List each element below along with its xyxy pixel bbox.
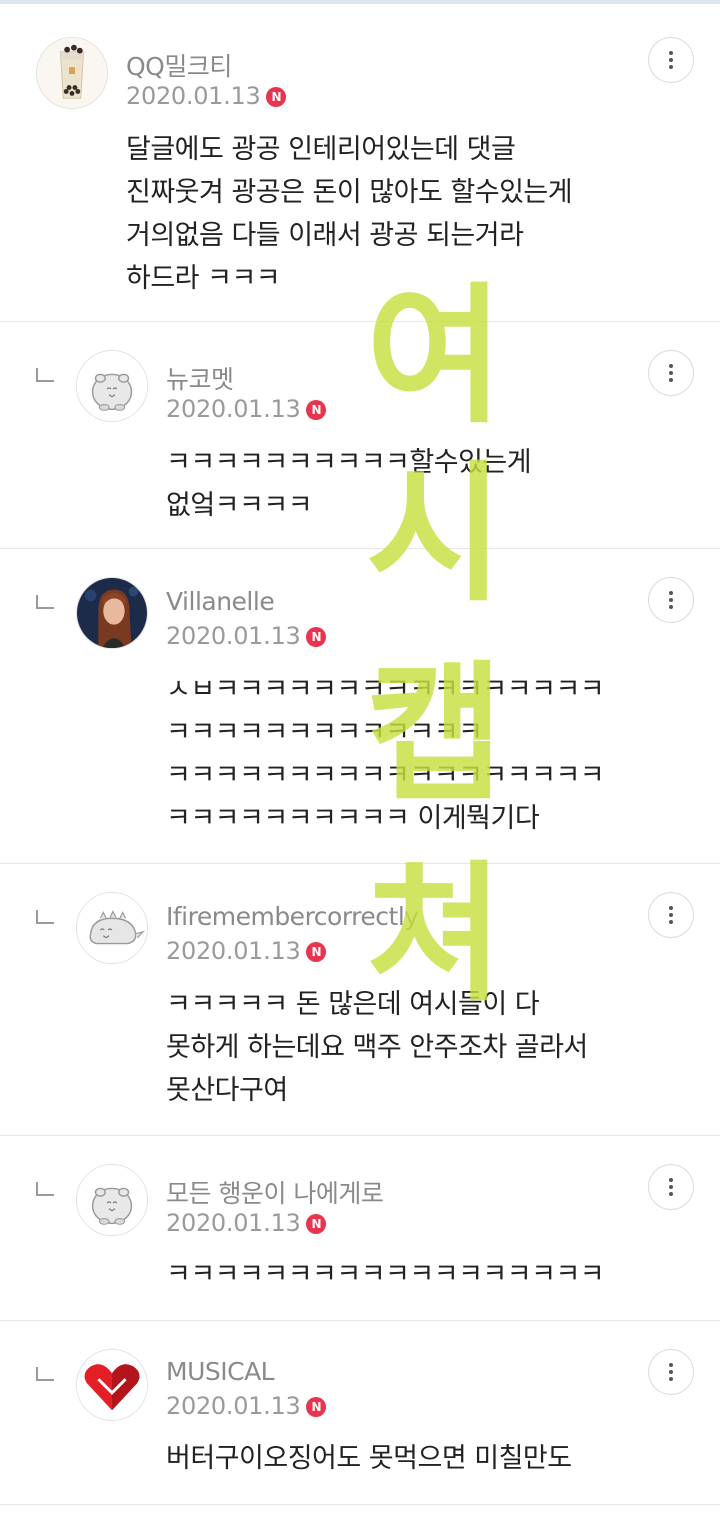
- comment-line: ㅅㅂㅋㅋㅋㅋㅋㅋㅋㅋㅋㅋㅋㅋㅋㅋㅋㅋ: [166, 674, 605, 705]
- avatar[interactable]: [76, 892, 148, 964]
- date-text: 2020.01.13: [166, 1209, 301, 1237]
- comment-line: 없엌ㅋㅋㅋㅋ: [166, 490, 313, 521]
- portrait-icon: [77, 578, 147, 648]
- new-badge: N: [306, 1397, 327, 1417]
- reply-item: 모든 행운이 나에게로 2020.01.13 N ㅋㅋㅋㅋㅋㅋㅋㅋㅋㅋㅋㅋㅋㅋㅋㅋ…: [0, 1136, 720, 1321]
- comment-body: ㅋㅋㅋㅋㅋㅋㅋㅋㅋㅋㅋㅋㅋㅋㅋㅋㅋㅋ: [166, 1253, 605, 1296]
- comment-line: 버터구이오징어도 못먹으면 미칠만도: [166, 1443, 572, 1474]
- comment-line: 못하게 하는데요 맥주 안주조차 골라서: [166, 1032, 588, 1063]
- reply-item: Ifiremembercorrectly 2020.01.13 N ㅋㅋㅋㅋㅋ 돈…: [0, 864, 720, 1136]
- reply-indicator-icon: [36, 1367, 54, 1381]
- hamster-icon: [77, 1165, 147, 1235]
- comment-date: 2020.01.13 N: [166, 1209, 327, 1237]
- avatar[interactable]: [76, 1349, 148, 1421]
- comment-line: ㅋㅋㅋㅋㅋㅋㅋㅋㅋㅋ 이게뭑기다: [166, 803, 540, 834]
- reply-indicator-icon: [36, 368, 54, 382]
- comment-line: 달글에도 광공 인테리어있는데 댓글: [126, 134, 516, 165]
- comment-date: 2020.01.13 N: [166, 622, 327, 650]
- comment-body: 버터구이오징어도 못먹으면 미칠만도: [166, 1437, 572, 1480]
- hamster-icon: [77, 351, 147, 421]
- comment-line: ㅋㅋㅋㅋㅋㅋㅋㅋㅋㅋㅋㅋㅋ: [166, 717, 483, 748]
- nickname[interactable]: MUSICAL: [166, 1357, 275, 1386]
- more-options-button[interactable]: [648, 892, 694, 938]
- avatar[interactable]: [76, 350, 148, 422]
- nickname[interactable]: Ifiremembercorrectly: [166, 902, 419, 931]
- nickname[interactable]: 모든 행운이 나에게로: [166, 1174, 384, 1210]
- comment-item: QQ밀크티 2020.01.13 N 달글에도 광공 인테리어있는데 댓글 진짜웃…: [0, 4, 720, 322]
- date-text: 2020.01.13: [166, 395, 301, 423]
- more-options-button[interactable]: [648, 350, 694, 396]
- comment-body: ㅋㅋㅋㅋㅋㅋㅋㅋㅋㅋ할수있는게 없엌ㅋㅋㅋㅋ: [166, 441, 532, 527]
- date-text: 2020.01.13: [166, 937, 301, 965]
- bubble-tea-icon: [37, 38, 107, 108]
- more-options-button[interactable]: [648, 1164, 694, 1210]
- date-text: 2020.01.13: [166, 622, 301, 650]
- red-heart-icon: [77, 1350, 147, 1420]
- more-options-button[interactable]: [648, 1349, 694, 1395]
- comment-body: ㅅㅂㅋㅋㅋㅋㅋㅋㅋㅋㅋㅋㅋㅋㅋㅋㅋㅋ ㅋㅋㅋㅋㅋㅋㅋㅋㅋㅋㅋㅋㅋ ㅋㅋㅋㅋㅋㅋㅋ…: [166, 668, 605, 840]
- comment-date: 2020.01.13 N: [166, 395, 327, 423]
- avatar[interactable]: [36, 37, 108, 109]
- comment-line: ㅋㅋㅋㅋㅋㅋㅋㅋㅋㅋ할수있는게: [166, 447, 532, 478]
- more-options-button[interactable]: [648, 577, 694, 623]
- nickname[interactable]: 뉴코멧: [166, 360, 234, 396]
- new-badge: N: [306, 942, 327, 962]
- comment-body: ㅋㅋㅋㅋㅋ 돈 많은데 여시들이 다 못하게 하는데요 맥주 안주조차 골라서 …: [166, 983, 588, 1112]
- new-badge: N: [306, 400, 327, 420]
- date-text: 2020.01.13: [166, 1392, 301, 1420]
- new-badge: N: [266, 87, 287, 107]
- reply-item: 뉴코멧 2020.01.13 N ㅋㅋㅋㅋㅋㅋㅋㅋㅋㅋ할수있는게 없엌ㅋㅋㅋㅋ: [0, 322, 720, 549]
- comment-date: 2020.01.13 N: [166, 937, 327, 965]
- comment-line: 하드라 ㅋㅋㅋ: [126, 263, 281, 294]
- comment-date: 2020.01.13 N: [126, 82, 287, 110]
- date-text: 2020.01.13: [126, 82, 261, 110]
- new-badge: N: [306, 1214, 327, 1234]
- comment-date: 2020.01.13 N: [166, 1392, 327, 1420]
- avatar[interactable]: [76, 1164, 148, 1236]
- reply-indicator-icon: [36, 1182, 54, 1196]
- new-badge: N: [306, 627, 327, 647]
- comment-line: 못산다구여: [166, 1075, 288, 1106]
- comment-line: ㅋㅋㅋㅋㅋㅋㅋㅋㅋㅋㅋㅋㅋㅋㅋㅋㅋㅋ: [166, 760, 605, 791]
- comment-line: 거의없음 다들 이래서 광공 되는거라: [126, 220, 524, 251]
- reply-item: MUSICAL 2020.01.13 N 버터구이오징어도 못먹으면 미칠만도: [0, 1321, 720, 1505]
- reply-indicator-icon: [36, 595, 54, 609]
- comment-line: 진짜웃겨 광공은 돈이 많아도 할수있는게: [126, 177, 573, 208]
- reply-indicator-icon: [36, 910, 54, 924]
- nickname[interactable]: QQ밀크티: [126, 47, 232, 83]
- reply-item: Villanelle 2020.01.13 N ㅅㅂㅋㅋㅋㅋㅋㅋㅋㅋㅋㅋㅋㅋㅋㅋㅋ…: [0, 549, 720, 864]
- avatar[interactable]: [76, 577, 148, 649]
- comment-line: ㅋㅋㅋㅋㅋㅋㅋㅋㅋㅋㅋㅋㅋㅋㅋㅋㅋㅋ: [166, 1259, 605, 1290]
- dinosaur-icon: [77, 893, 147, 963]
- comment-body: 달글에도 광공 인테리어있는데 댓글 진짜웃겨 광공은 돈이 많아도 할수있는게…: [126, 128, 573, 300]
- next-comment-stub: [0, 1505, 720, 1533]
- comment-line: ㅋㅋㅋㅋㅋ 돈 많은데 여시들이 다: [166, 989, 540, 1020]
- nickname[interactable]: Villanelle: [166, 587, 275, 616]
- more-options-button[interactable]: [648, 37, 694, 83]
